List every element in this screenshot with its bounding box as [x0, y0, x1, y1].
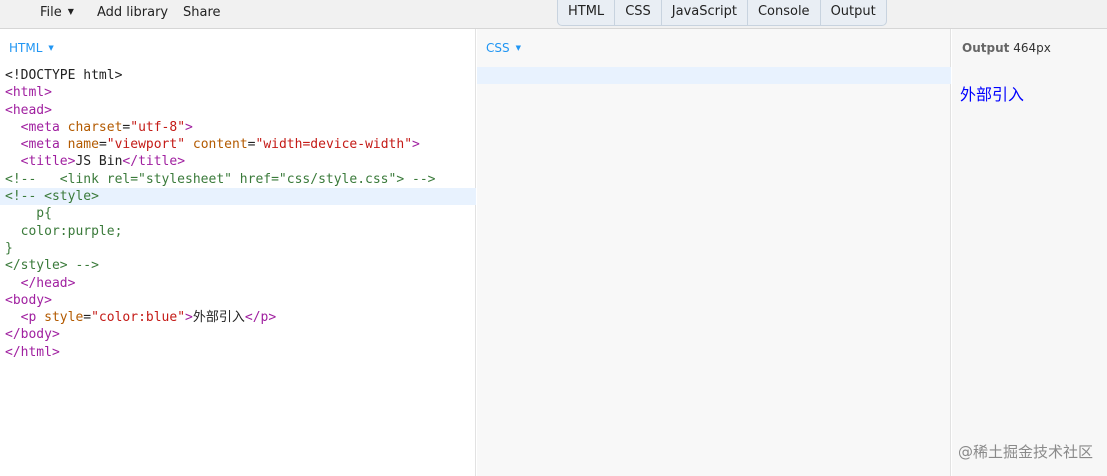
code-token: 外部引入	[192, 310, 245, 326]
tab-console[interactable]: Console	[748, 0, 821, 25]
code-line: <!-- <link rel="stylesheet" href="css/st…	[0, 171, 476, 188]
code-token: >	[185, 310, 193, 326]
code-line: </html>	[0, 344, 476, 361]
code-token: <!-- <style>	[5, 189, 99, 205]
css-code-editor[interactable]	[477, 67, 951, 84]
code-line: <meta name="viewport" content="width=dev…	[0, 136, 476, 153]
code-token: <meta	[20, 137, 68, 153]
toolbar: File ▼ Add library Share HTML CSS JavaScr…	[0, 0, 1107, 29]
code-line: </style> -->	[0, 257, 476, 274]
share-label: Share	[183, 5, 221, 20]
caret-down-icon: ▼	[67, 7, 74, 16]
code-token: =	[98, 137, 107, 153]
output-panel-label: Output 464px	[962, 41, 1051, 55]
tab-javascript[interactable]: JavaScript	[662, 0, 748, 25]
code-line: <meta charset="utf-8">	[0, 119, 476, 136]
code-token: <p	[20, 310, 45, 326]
code-token: <meta	[20, 119, 68, 135]
output-rendered-text: 外部引入	[960, 85, 1025, 104]
output-panel: Output 464px 外部引入	[952, 29, 1107, 476]
code-token: content	[192, 137, 248, 153]
html-panel: HTML ▼ <!DOCTYPE html> <html> <head> <meta …	[0, 29, 476, 476]
tab-output[interactable]: Output	[821, 0, 886, 25]
caret-down-icon: ▼	[515, 44, 522, 52]
code-line: <body>	[0, 292, 476, 309]
code-token: >	[185, 119, 193, 135]
code-token: "width=device-width"	[255, 137, 413, 153]
code-token: <body>	[5, 292, 52, 308]
css-panel-label-text: CSS	[486, 41, 510, 55]
code-line: <!DOCTYPE html>	[0, 67, 476, 84]
code-line: </body>	[0, 326, 476, 343]
code-token: }	[5, 240, 13, 256]
css-panel-label[interactable]: CSS ▼	[486, 41, 521, 55]
code-line: <p style="color:blue">外部引入</p>	[0, 309, 476, 326]
output-size: 464px	[1013, 41, 1051, 55]
code-token: =	[83, 310, 92, 326]
code-token: <head>	[5, 102, 52, 118]
file-menu-label: File	[40, 5, 62, 20]
code-token: <title>	[20, 154, 76, 170]
code-token: </p>	[244, 310, 277, 326]
code-token: "utf-8"	[130, 119, 186, 135]
share-menu[interactable]: Share	[183, 0, 221, 28]
code-token: =	[247, 137, 256, 153]
code-token: charset	[67, 119, 123, 135]
code-line: }	[0, 240, 476, 257]
tab-html[interactable]: HTML	[558, 0, 616, 25]
code-line: <!-- <style>	[0, 188, 476, 206]
html-panel-label[interactable]: HTML ▼	[9, 41, 54, 55]
code-line: <head>	[0, 102, 476, 119]
code-token: color:purple;	[5, 223, 123, 239]
code-token: </style> -->	[5, 258, 99, 274]
add-library-menu[interactable]: Add library	[97, 0, 168, 28]
watermark: @稀土掘金技术社区	[957, 443, 1093, 461]
code-line: color:purple;	[0, 223, 476, 240]
code-token: style	[44, 310, 84, 326]
code-line: <title>JS Bin</title>	[0, 153, 476, 170]
output-label-text: Output	[962, 41, 1010, 55]
code-token: <!DOCTYPE html>	[5, 68, 123, 83]
code-line: </head>	[0, 275, 476, 292]
code-line: <html>	[0, 84, 476, 101]
file-menu[interactable]: File ▼	[40, 0, 74, 28]
code-line: p{	[0, 205, 476, 222]
code-token: name	[67, 137, 99, 153]
css-panel: CSS ▼	[477, 29, 951, 476]
code-token: <html>	[5, 85, 52, 101]
code-token: "viewport"	[106, 137, 186, 153]
code-token: </html>	[5, 344, 60, 360]
html-code-editor[interactable]: <!DOCTYPE html> <html> <head> <meta charse…	[0, 67, 476, 361]
caret-down-icon: ▼	[48, 44, 54, 52]
code-token: </title>	[122, 154, 186, 170]
code-token: </body>	[5, 327, 60, 343]
html-panel-label-text: HTML	[9, 41, 43, 55]
code-token: JS Bin	[75, 154, 123, 170]
code-token: <!-- <link rel="stylesheet" href="css/st…	[5, 171, 436, 187]
tab-css[interactable]: CSS	[615, 0, 662, 25]
code-token: p{	[5, 206, 52, 222]
panel-tabs: HTML CSS JavaScript Console Output	[557, 0, 887, 26]
code-token: "color:blue"	[91, 310, 186, 326]
code-token: >	[412, 137, 420, 153]
code-token: </head>	[20, 275, 76, 291]
add-library-label: Add library	[97, 5, 169, 20]
